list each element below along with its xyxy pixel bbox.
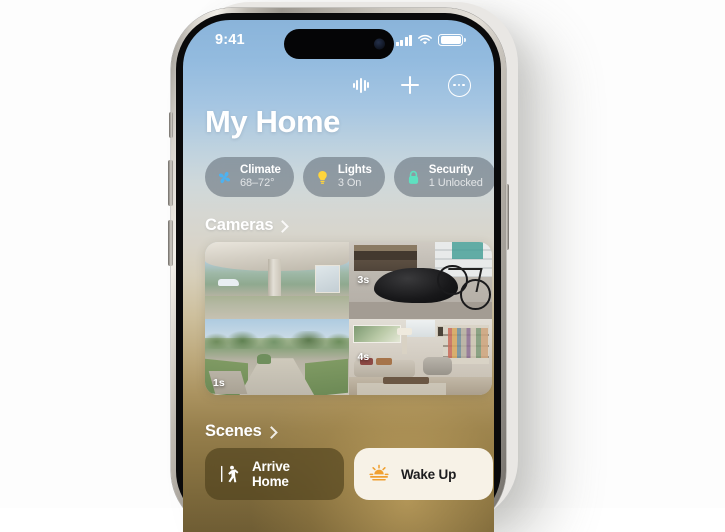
camera-tile-driveway[interactable]: 1s xyxy=(205,318,349,395)
cushion-tan xyxy=(375,357,392,366)
floor-lamp-shade xyxy=(397,327,412,336)
volume-up-button[interactable] xyxy=(168,160,173,206)
section-label: Cameras xyxy=(205,216,274,234)
section-header-cameras[interactable]: Cameras xyxy=(205,216,290,235)
lightbulb-icon xyxy=(314,169,331,186)
camera-tile-front-porch[interactable] xyxy=(205,242,349,319)
porch-column xyxy=(268,258,282,296)
status-bar-indicators xyxy=(395,34,466,46)
camera-timestamp: 3s xyxy=(357,274,370,287)
bicycle xyxy=(437,256,492,311)
page-title: My Home xyxy=(205,104,341,139)
action-button[interactable] xyxy=(168,112,173,138)
cellular-signal-icon xyxy=(395,34,413,46)
camera-grid: 3s 1s 4s xyxy=(205,242,492,395)
chevron-right-icon xyxy=(276,219,290,233)
status-chip-climate[interactable]: Climate 68–72° xyxy=(205,157,294,197)
status-bar: 9:41 xyxy=(183,20,494,64)
scene-button-wake-up[interactable]: Wake Up xyxy=(354,448,493,500)
audio-waveform-icon[interactable] xyxy=(348,72,374,98)
front-camera-lens xyxy=(373,38,385,50)
chip-title: Climate xyxy=(240,164,281,177)
tree-line xyxy=(205,330,349,350)
status-chip-security[interactable]: Security 1 Unlocked xyxy=(393,157,494,197)
armchair xyxy=(423,356,452,376)
chip-title: Security xyxy=(428,164,474,177)
wifi-icon xyxy=(418,34,433,45)
lock-icon xyxy=(405,169,422,186)
section-header-scenes[interactable]: Scenes xyxy=(205,422,278,441)
walking-person-icon xyxy=(219,463,241,485)
shrub xyxy=(256,353,271,364)
sunrise-icon xyxy=(368,463,390,485)
more-options-icon[interactable] xyxy=(446,72,472,98)
house-window xyxy=(314,264,340,293)
phone-screen: 9:41 My Home Climate 68–72° Lights 3 On … xyxy=(183,20,494,532)
porch-ground xyxy=(205,295,349,319)
camera-tile-garage[interactable]: 3s xyxy=(348,242,492,319)
scene-label: Wake Up xyxy=(401,466,457,482)
wall-art xyxy=(352,324,401,344)
bookshelf-books xyxy=(447,327,488,359)
status-chip-lights[interactable]: Lights 3 On xyxy=(302,157,385,197)
status-chip-row[interactable]: Climate 68–72° Lights 3 On Security 1 Un… xyxy=(205,157,494,197)
scene-label: Arrive Home xyxy=(252,459,290,489)
camera-timestamp: 1s xyxy=(213,377,225,389)
coffee-table xyxy=(382,376,429,384)
chevron-right-icon xyxy=(264,425,278,439)
scene-button-arrive-home[interactable]: Arrive Home xyxy=(205,448,344,500)
top-nav-actions xyxy=(348,72,472,98)
chip-subtitle: 3 On xyxy=(337,177,362,190)
fan-icon xyxy=(216,169,233,186)
battery-tip xyxy=(464,37,466,43)
volume-down-button[interactable] xyxy=(168,220,173,266)
chip-title: Lights xyxy=(337,164,372,177)
driveway-surface xyxy=(239,358,315,395)
chip-subtitle: 68–72° xyxy=(240,177,275,190)
section-label: Scenes xyxy=(205,422,262,440)
scene-button-row: Arrive Home Wake Up xyxy=(205,448,493,500)
area-rug xyxy=(357,382,447,395)
dynamic-island xyxy=(283,29,394,59)
chip-subtitle: 1 Unlocked xyxy=(428,177,483,190)
garage-shelving xyxy=(354,245,418,272)
lawn-right xyxy=(305,359,349,395)
camera-tile-living-room[interactable]: 4s xyxy=(348,318,492,395)
status-bar-clock: 9:41 xyxy=(215,32,245,48)
battery-full-icon xyxy=(438,34,464,46)
iphone-device-frame: 9:41 My Home Climate 68–72° Lights 3 On … xyxy=(168,8,509,532)
camera-timestamp: 4s xyxy=(357,350,370,363)
parked-car xyxy=(217,278,240,286)
power-button[interactable] xyxy=(504,184,509,250)
add-icon[interactable] xyxy=(397,72,423,98)
